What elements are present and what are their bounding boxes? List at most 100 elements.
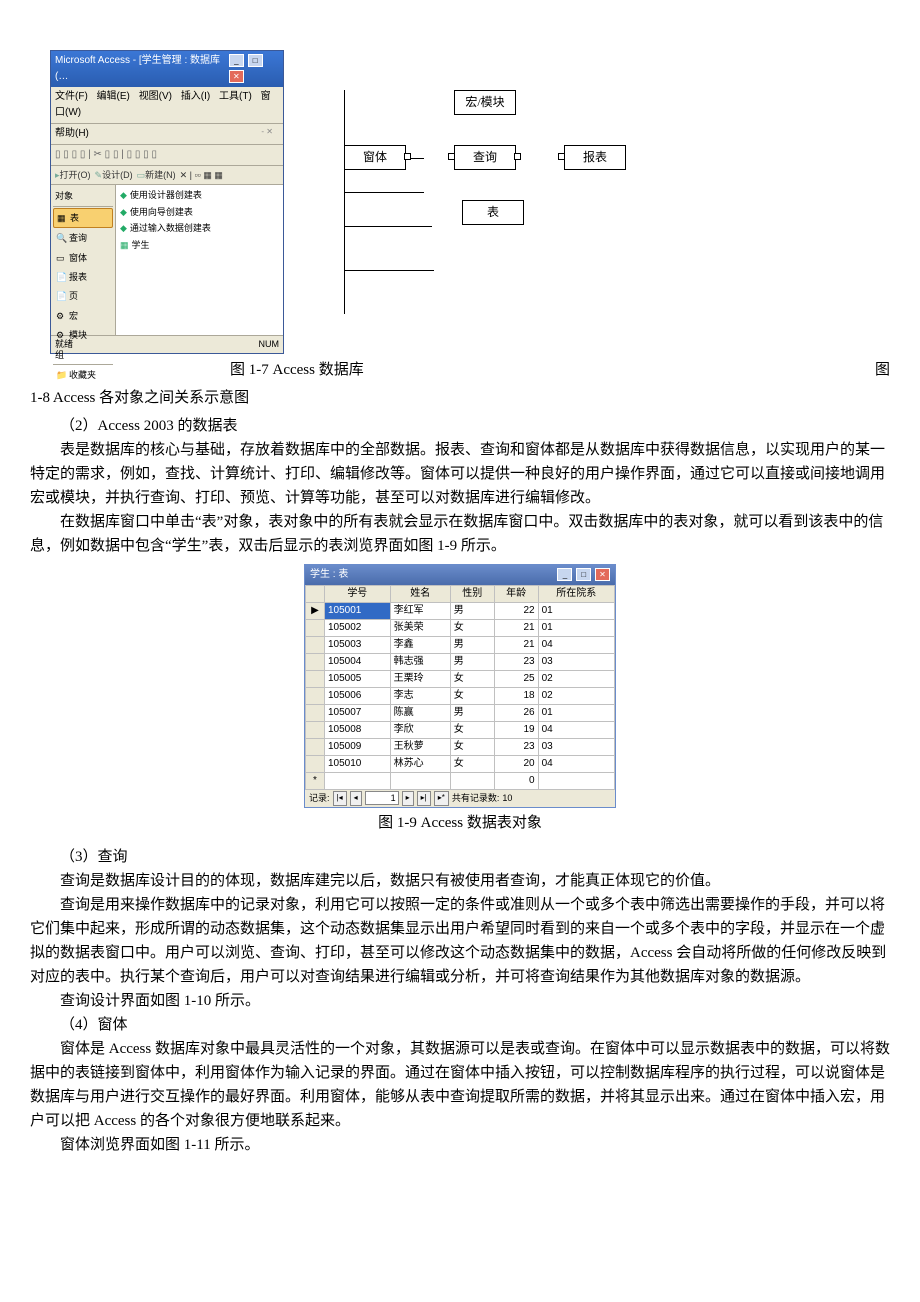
table-row[interactable]: 105003李鑫男2104 [306, 636, 615, 653]
cell[interactable]: 女 [450, 721, 494, 738]
row-selector[interactable] [306, 670, 325, 687]
column-header[interactable]: 姓名 [390, 585, 450, 602]
cell[interactable]: 21 [494, 636, 538, 653]
nav-prev-icon[interactable]: ◂ [350, 791, 362, 806]
cell[interactable]: 陈赢 [390, 704, 450, 721]
mdi-restore-close[interactable]: - ✕ [261, 126, 273, 142]
table-row[interactable]: 105008李欣女1904 [306, 721, 615, 738]
menubar[interactable]: 文件(F) 编辑(E) 视图(V) 插入(I) 工具(T) 窗口(W) [51, 87, 283, 124]
cell[interactable]: 25 [494, 670, 538, 687]
cell[interactable]: 0 [494, 772, 538, 789]
object-list[interactable]: ◆使用设计器创建表◆使用向导创建表◆通过输入数据创建表▦学生 [116, 185, 283, 335]
list-item[interactable]: ◆使用设计器创建表 [118, 187, 281, 203]
cell[interactable]: 张美荣 [390, 619, 450, 636]
menu-view[interactable]: 视图(V) [139, 91, 172, 102]
menu-edit[interactable]: 编辑(E) [97, 91, 130, 102]
cell[interactable]: 女 [450, 738, 494, 755]
cell[interactable]: 04 [538, 636, 614, 653]
nav-next-icon[interactable]: ▸ [402, 791, 414, 806]
object-pane[interactable]: 对象 ▦表🔍查询▭窗体📄报表📄页⚙宏⚙模块 组 📁 收藏夹 [51, 185, 116, 335]
row-selector[interactable] [306, 704, 325, 721]
cell[interactable]: 105008 [325, 721, 391, 738]
cell[interactable]: 105003 [325, 636, 391, 653]
row-selector[interactable] [306, 636, 325, 653]
cell[interactable]: 女 [450, 670, 494, 687]
row-selector[interactable] [306, 721, 325, 738]
open-button[interactable]: ▸打开(O) [55, 168, 91, 182]
design-button[interactable]: ✎设计(D) [95, 168, 133, 182]
menu-help[interactable]: 帮助(H) [55, 126, 89, 142]
nav-first-icon[interactable]: |◂ [333, 791, 347, 806]
cell[interactable]: 105007 [325, 704, 391, 721]
list-item[interactable]: ◆通过输入数据创建表 [118, 220, 281, 236]
row-selector[interactable]: ▶ [306, 602, 325, 619]
window-buttons[interactable]: _ □ ✕ [228, 53, 279, 85]
new-button[interactable]: ▭新建(N) [137, 168, 176, 182]
row-selector[interactable]: * [306, 772, 325, 789]
cell[interactable] [450, 772, 494, 789]
minimize-icon[interactable]: _ [557, 568, 572, 581]
datasheet-title[interactable]: 学生 : 表 _ □ ✕ [305, 565, 615, 585]
table-row[interactable]: 105006李志女1802 [306, 687, 615, 704]
cell[interactable]: 105005 [325, 670, 391, 687]
table-row[interactable]: 105009王秋萝女2303 [306, 738, 615, 755]
table-row[interactable]: 105007陈赢男2601 [306, 704, 615, 721]
list-item[interactable]: ▦学生 [118, 237, 281, 253]
cell[interactable]: 王秋萝 [390, 738, 450, 755]
cell[interactable]: 02 [538, 670, 614, 687]
cell[interactable]: 01 [538, 704, 614, 721]
cell[interactable]: 03 [538, 738, 614, 755]
nav-new-icon[interactable]: ▸* [434, 791, 449, 806]
cell[interactable]: 李志 [390, 687, 450, 704]
cell[interactable]: 105010 [325, 755, 391, 772]
main-toolbar[interactable]: ▯ ▯ ▯ ▯ | ✂ ▯ ▯ | ▯ ▯ ▯ ▯ [51, 145, 283, 166]
table-row[interactable]: ▶105001李红军男2201 [306, 602, 615, 619]
menubar-2[interactable]: 帮助(H) - ✕ [51, 124, 283, 145]
menu-file[interactable]: 文件(F) [55, 91, 88, 102]
cell[interactable]: 男 [450, 636, 494, 653]
cell[interactable]: 女 [450, 687, 494, 704]
sidebar-item-报表[interactable]: 📄报表 [53, 268, 113, 286]
sidebar-item-窗体[interactable]: ▭窗体 [53, 249, 113, 267]
menu-insert[interactable]: 插入(I) [181, 91, 210, 102]
column-header[interactable]: 学号 [325, 585, 391, 602]
row-selector[interactable] [306, 738, 325, 755]
cell[interactable]: 21 [494, 619, 538, 636]
record-navigator[interactable]: 记录: |◂ ◂ ▸ ▸| ▸* 共有记录数: 10 [305, 790, 615, 807]
row-selector[interactable] [306, 653, 325, 670]
cell[interactable]: 李红军 [390, 602, 450, 619]
cell[interactable]: 韩志强 [390, 653, 450, 670]
cell[interactable]: 18 [494, 687, 538, 704]
cell[interactable]: 22 [494, 602, 538, 619]
nav-current-input[interactable] [365, 791, 399, 805]
cell[interactable]: 26 [494, 704, 538, 721]
table-row[interactable]: 105004韩志强男2303 [306, 653, 615, 670]
cell[interactable]: 03 [538, 653, 614, 670]
cell[interactable]: 女 [450, 755, 494, 772]
cell[interactable]: 04 [538, 721, 614, 738]
cell[interactable]: 李欣 [390, 721, 450, 738]
datasheet-window-buttons[interactable]: _ □ ✕ [556, 567, 610, 583]
view-icons[interactable]: ✕ | ▫▫ ▦ ▦ [180, 168, 223, 182]
cell[interactable]: 男 [450, 704, 494, 721]
column-header[interactable]: 年龄 [494, 585, 538, 602]
table-row[interactable]: 105002张美荣女2101 [306, 619, 615, 636]
cell[interactable]: 王栗玲 [390, 670, 450, 687]
cell[interactable]: 男 [450, 653, 494, 670]
list-item[interactable]: ◆使用向导创建表 [118, 204, 281, 220]
column-header[interactable]: 性别 [450, 585, 494, 602]
cell[interactable]: 20 [494, 755, 538, 772]
column-header[interactable]: 所在院系 [538, 585, 614, 602]
cell[interactable]: 男 [450, 602, 494, 619]
cell[interactable]: 105002 [325, 619, 391, 636]
titlebar[interactable]: Microsoft Access - [学生管理 : 数据库 (… _ □ ✕ [51, 51, 283, 87]
db-toolbar[interactable]: ▸打开(O) ✎设计(D) ▭新建(N) ✕ | ▫▫ ▦ ▦ [51, 166, 283, 185]
cell[interactable]: 女 [450, 619, 494, 636]
cell[interactable]: 04 [538, 755, 614, 772]
cell[interactable]: 23 [494, 653, 538, 670]
cell[interactable] [538, 772, 614, 789]
close-icon[interactable]: ✕ [595, 568, 610, 581]
cell[interactable] [390, 772, 450, 789]
cell[interactable]: 02 [538, 687, 614, 704]
sidebar-item-宏[interactable]: ⚙宏 [53, 307, 113, 325]
